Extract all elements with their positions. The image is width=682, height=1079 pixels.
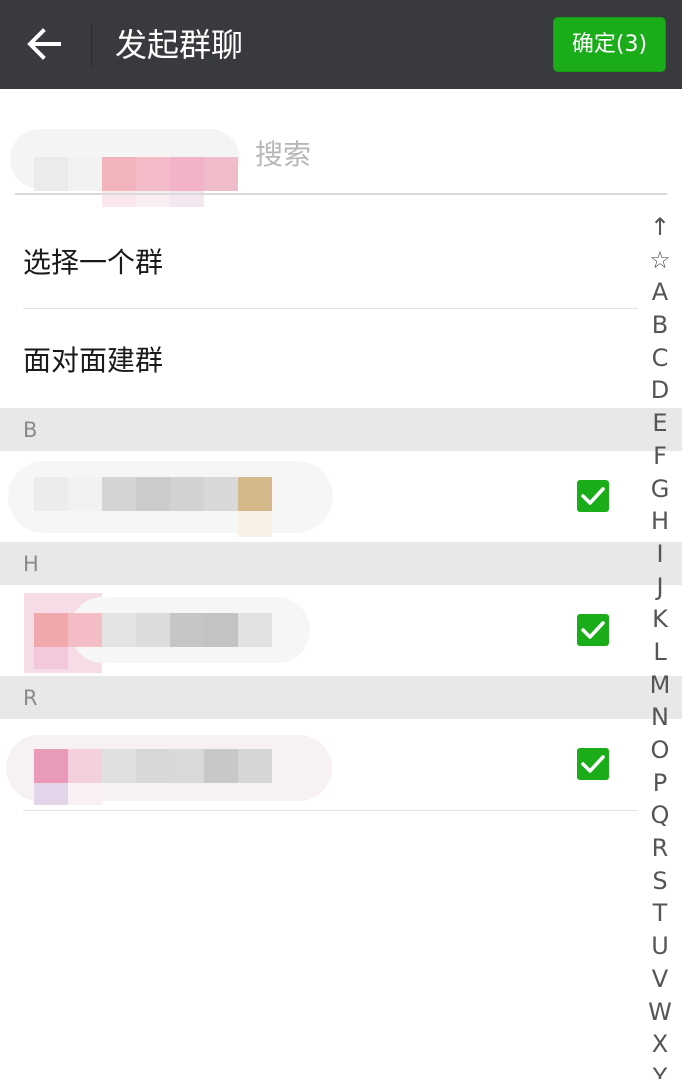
contact-row[interactable] — [0, 451, 640, 543]
back-button[interactable] — [14, 20, 78, 70]
index-letter[interactable]: T — [643, 897, 677, 930]
index-letter[interactable]: S — [643, 865, 677, 898]
section-letter: B — [23, 418, 38, 442]
contact-checkbox[interactable] — [577, 748, 609, 780]
index-letter[interactable]: E — [643, 407, 677, 440]
index-letter[interactable]: ☆ — [643, 244, 677, 277]
index-letter[interactable]: I — [643, 538, 677, 571]
alphabet-index-bar[interactable]: ↑ ☆ A B C D E F G H I J K L M N O P Q R S T U V W X Y — [643, 211, 677, 1079]
index-letter[interactable]: B — [643, 309, 677, 342]
contact-blurred — [0, 585, 340, 677]
contact-row[interactable] — [0, 719, 640, 811]
index-letter[interactable]: P — [643, 767, 677, 800]
select-group-label: 选择一个群 — [23, 246, 164, 279]
index-letter[interactable]: O — [643, 734, 677, 767]
index-letter[interactable]: L — [643, 636, 677, 669]
index-letter[interactable]: A — [643, 276, 677, 309]
menu-divider — [23, 308, 638, 309]
index-letter[interactable]: R — [643, 832, 677, 865]
back-arrow-icon — [27, 28, 61, 60]
checkmark-icon — [581, 487, 605, 505]
index-letter[interactable]: Y — [643, 1061, 677, 1079]
index-letter[interactable]: K — [643, 603, 677, 636]
section-header-h: H — [0, 542, 682, 585]
checkmark-icon — [581, 755, 605, 773]
index-letter[interactable]: ↑ — [643, 211, 677, 244]
index-letter[interactable]: N — [643, 701, 677, 734]
index-letter[interactable]: X — [643, 1028, 677, 1061]
contact-blurred — [0, 451, 340, 543]
index-letter[interactable]: F — [643, 440, 677, 473]
index-letter[interactable]: U — [643, 930, 677, 963]
topbar-divider — [91, 22, 92, 67]
list-bottom-divider — [23, 810, 638, 811]
search-input[interactable] — [255, 129, 645, 179]
contact-checkbox[interactable] — [577, 614, 609, 646]
selected-avatars-blurred — [0, 109, 262, 207]
section-letter: R — [23, 686, 38, 710]
page-title: 发起群聊 — [115, 26, 244, 64]
checkmark-icon — [581, 621, 605, 639]
search-bar — [0, 89, 682, 207]
index-letter[interactable]: J — [643, 571, 677, 604]
index-letter[interactable]: C — [643, 342, 677, 375]
contact-blurred — [0, 719, 340, 811]
index-letter[interactable]: M — [643, 669, 677, 702]
section-header-b: B — [0, 408, 682, 451]
section-letter: H — [23, 552, 39, 576]
index-letter[interactable]: Q — [643, 799, 677, 832]
face-to-face-group-item[interactable]: 面对面建群 — [0, 311, 640, 409]
index-letter[interactable]: V — [643, 963, 677, 996]
select-group-item[interactable]: 选择一个群 — [0, 213, 640, 311]
top-bar: 发起群聊 确定(3) — [0, 0, 682, 89]
index-letter[interactable]: W — [643, 996, 677, 1029]
index-letter[interactable]: D — [643, 374, 677, 407]
confirm-button[interactable]: 确定(3) — [553, 17, 666, 72]
contact-checkbox[interactable] — [577, 480, 609, 512]
face-to-face-group-label: 面对面建群 — [23, 344, 164, 377]
index-letter[interactable]: H — [643, 505, 677, 538]
section-header-r: R — [0, 676, 682, 719]
index-letter[interactable]: G — [643, 473, 677, 506]
contact-row[interactable] — [0, 585, 640, 677]
search-underline — [15, 193, 667, 195]
